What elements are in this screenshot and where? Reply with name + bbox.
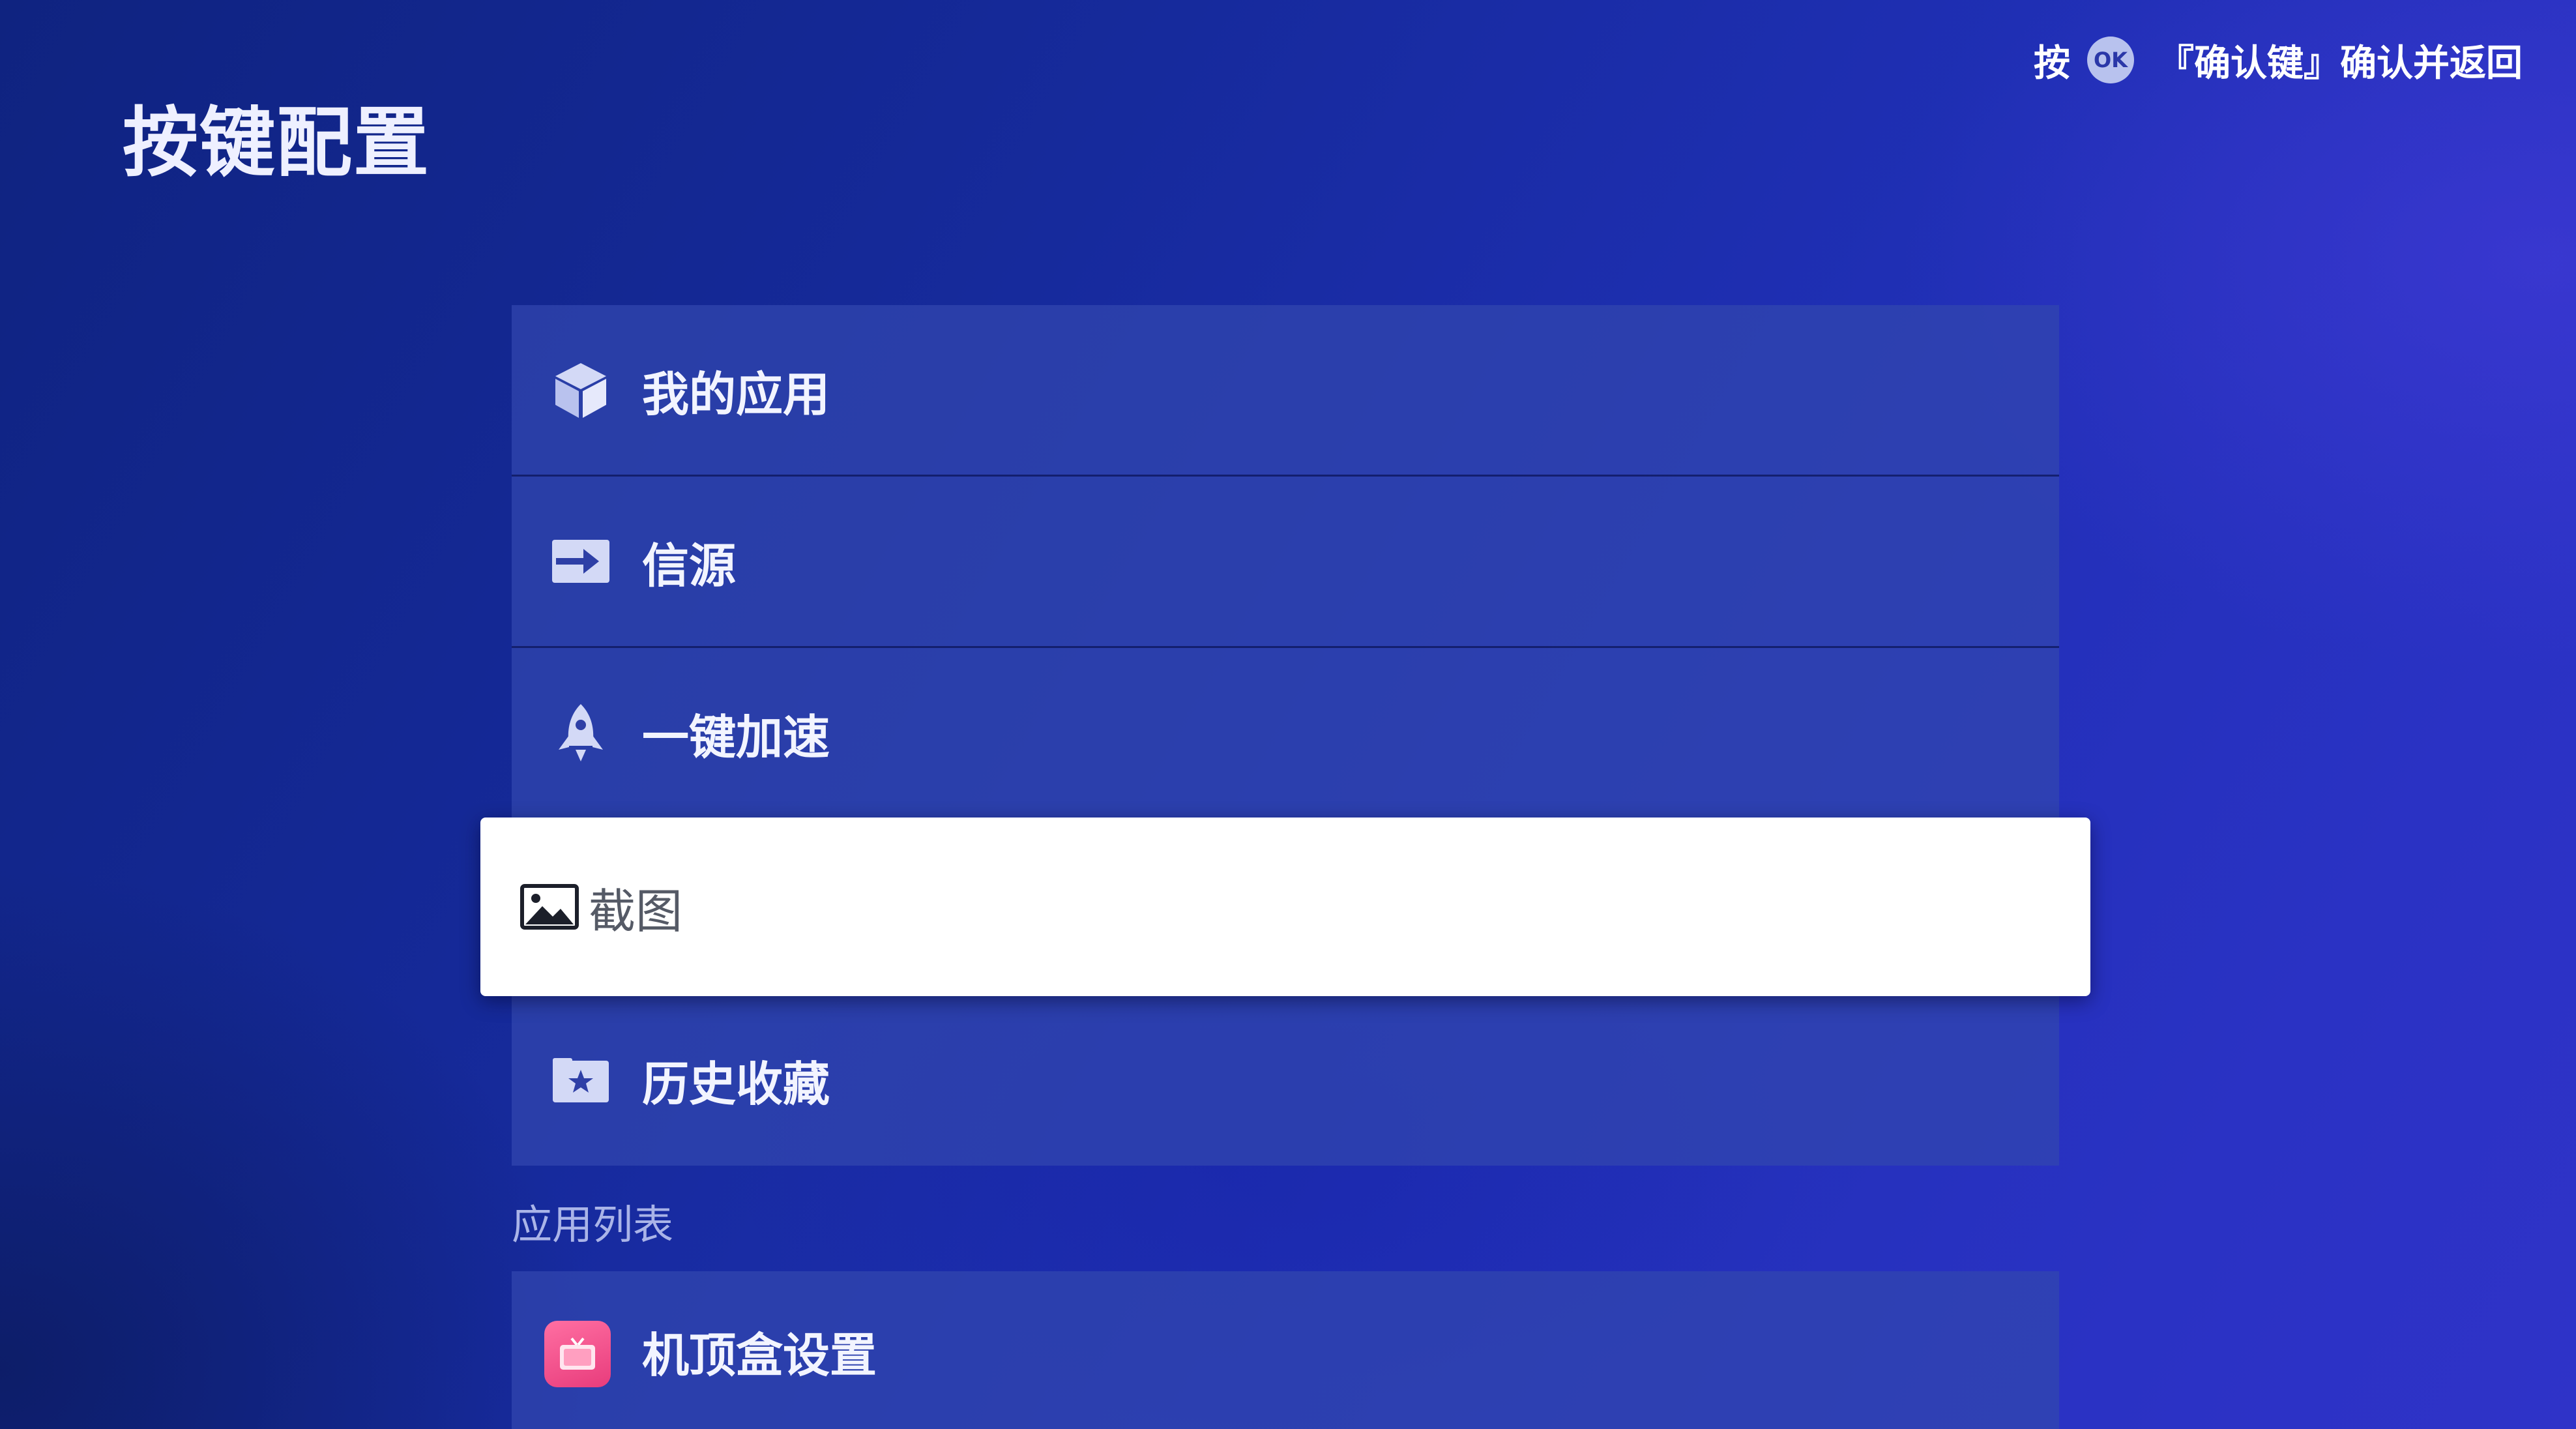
confirm-hint: 按 OK 『确认键』确认并返回 — [2034, 30, 2523, 90]
menu-item-history-favorites[interactable]: 历史收藏 — [512, 994, 2059, 1166]
menu-item-screenshot[interactable]: 截图 — [480, 818, 2090, 996]
menu-item-boost[interactable]: 一键加速 — [512, 648, 2059, 819]
page-title: 按键配置 — [123, 99, 430, 187]
input-source-icon — [549, 530, 612, 593]
menu-item-label: 信源 — [642, 538, 737, 593]
rocket-icon — [549, 701, 612, 764]
app-list-item-stb-settings[interactable]: 机顶盒设置 — [512, 1271, 2059, 1429]
cube-icon — [549, 359, 612, 421]
tv-box-app-icon — [544, 1321, 611, 1387]
hint-prefix: 按 — [2034, 42, 2070, 85]
app-list-item-label: 机顶盒设置 — [642, 1328, 877, 1383]
menu-item-label: 我的应用 — [642, 366, 830, 422]
menu-item-input-source[interactable]: 信源 — [512, 477, 2059, 648]
menu-item-label: 历史收藏 — [642, 1057, 830, 1112]
image-icon — [518, 876, 581, 938]
menu-item-label: 一键加速 — [642, 709, 830, 765]
ok-button-icon: OK — [2087, 37, 2134, 83]
app-list-section-title: 应用列表 — [512, 1201, 674, 1248]
key-function-menu: 我的应用 信源 一键加速 截图 历史收藏 — [480, 305, 2090, 1166]
menu-item-label: 截图 — [589, 883, 683, 939]
hint-suffix: 『确认键』确认并返回 — [2158, 42, 2523, 85]
menu-item-my-apps[interactable]: 我的应用 — [512, 305, 2059, 477]
star-folder-icon — [549, 1049, 612, 1112]
